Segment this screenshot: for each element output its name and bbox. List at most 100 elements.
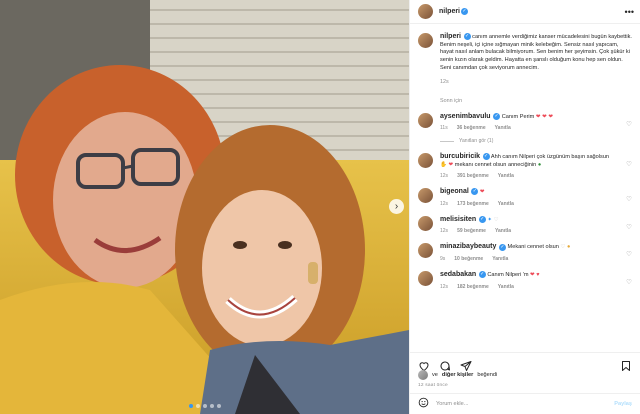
reply-button[interactable]: Yanıtla bbox=[498, 201, 514, 207]
comment-time: 12s bbox=[440, 228, 449, 235]
verified-icon: ✓ bbox=[478, 215, 486, 223]
bookmark-icon[interactable] bbox=[620, 360, 632, 372]
likes-prefix: ve bbox=[432, 372, 438, 378]
heart-emoji-icon: ❤ bbox=[479, 189, 485, 196]
comment-text: Ahh canım Nilperi çok üzgünüm başın sağo… bbox=[490, 154, 610, 161]
avatar[interactable] bbox=[418, 4, 433, 19]
post-header: nilperi ✓ ••• bbox=[410, 0, 640, 24]
verified-icon: ✓ bbox=[461, 8, 469, 15]
post-photo[interactable]: › bbox=[0, 0, 409, 414]
carousel-dot bbox=[216, 404, 221, 408]
comment-input[interactable] bbox=[436, 401, 608, 407]
comment-text: Canım Perim bbox=[501, 113, 535, 120]
comments-scroll[interactable]: nilperi ✓ canım annemle verdiğimiz kanse… bbox=[410, 25, 640, 352]
avatar[interactable] bbox=[418, 243, 433, 259]
sad-face-emoji-icon: ● bbox=[567, 244, 571, 251]
comment-username[interactable]: melisisiten bbox=[440, 216, 476, 223]
heart-icon[interactable]: ♡ bbox=[626, 278, 632, 286]
pray-emoji-icon: ✋ bbox=[440, 161, 447, 168]
comment-likes[interactable]: 10 beğenme bbox=[454, 256, 483, 262]
photo-illustration bbox=[0, 0, 409, 414]
comment-time: 9s bbox=[440, 256, 446, 263]
heart-icon[interactable]: ♡ bbox=[626, 120, 632, 128]
carousel-dot bbox=[195, 404, 200, 408]
verified-icon: ✓ bbox=[498, 243, 506, 251]
comment-username[interactable]: bigeonal bbox=[440, 188, 469, 195]
verified-icon: ✓ bbox=[478, 271, 486, 279]
more-icon[interactable]: ••• bbox=[625, 7, 634, 17]
see-translation-link[interactable]: Sonn için bbox=[440, 98, 632, 104]
heart-emoji-icon: ❤ bbox=[448, 161, 454, 168]
comment-time: 11s bbox=[440, 125, 448, 132]
comment-text: Mekani cennet olsun bbox=[507, 244, 559, 251]
comment-likes[interactable]: 391 beğenme bbox=[457, 173, 489, 179]
reply-button[interactable]: Yanıtla bbox=[492, 256, 508, 262]
caption-time: 12s bbox=[440, 78, 449, 85]
next-photo-button[interactable]: › bbox=[389, 199, 404, 214]
comment-composer: Paylaş bbox=[410, 393, 640, 414]
comment-username[interactable]: aysenimbavulu bbox=[440, 113, 491, 120]
avatar[interactable] bbox=[418, 153, 433, 169]
comment-text: Canım Nilperi 'm bbox=[487, 272, 529, 279]
post-sidebar: nilperi ✓ ••• nilperi ✓ canım annemle ve… bbox=[409, 0, 640, 414]
post-comment-button[interactable]: Paylaş bbox=[614, 401, 632, 407]
avatar[interactable] bbox=[418, 33, 433, 48]
avatar[interactable] bbox=[418, 271, 433, 287]
likes-others-link[interactable]: diğer kişiler bbox=[442, 372, 473, 378]
view-replies-link[interactable]: Yanıtları gör (1) bbox=[459, 138, 493, 144]
white-heart-emoji-icon: ♡ bbox=[493, 216, 499, 223]
heart-icon[interactable]: ♡ bbox=[626, 223, 632, 231]
avatar[interactable] bbox=[418, 188, 433, 204]
comment-time: 12s bbox=[440, 200, 449, 207]
carousel-dot bbox=[188, 404, 193, 408]
ribbon-emoji-icon: ✦ bbox=[487, 216, 492, 223]
verified-icon: ✓ bbox=[482, 153, 490, 161]
post-timestamp: 12 saat önce bbox=[418, 383, 448, 388]
verified-icon: ✓ bbox=[463, 33, 471, 41]
emoji-icon[interactable] bbox=[418, 395, 429, 413]
comment-likes[interactable]: 36 beğenme bbox=[457, 125, 486, 131]
comment-item: aysenimbavulu ✓ Canım Perim ❤ ❤ ❤ 11s 36 … bbox=[418, 112, 632, 144]
verified-icon: ✓ bbox=[493, 112, 501, 120]
caption-username[interactable]: nilperi bbox=[440, 33, 461, 40]
comment-likes[interactable]: 173 beğenme bbox=[457, 201, 489, 207]
likes-summary[interactable]: ve diğer kişiler beğendi bbox=[418, 370, 497, 380]
green-heart-emoji-icon: ● bbox=[537, 161, 542, 168]
comment-time: 12s bbox=[440, 283, 449, 290]
heart-emoji-icon: ❤ ❤ ❤ bbox=[535, 113, 554, 120]
white-heart-emoji-icon: ♡ bbox=[560, 244, 566, 251]
comment-likes[interactable]: 182 beğenme bbox=[457, 284, 489, 290]
comment-username[interactable]: sedabakan bbox=[440, 271, 476, 278]
comment-item: burcubiricik ✓ Ahh canım Nilperi çok üzg… bbox=[418, 153, 632, 179]
heart-icon[interactable]: ♡ bbox=[626, 160, 632, 168]
heart-emoji-icon: ♥ bbox=[536, 272, 540, 279]
heart-icon[interactable]: ♡ bbox=[626, 195, 632, 203]
comment-username[interactable]: minazibaybeauty bbox=[440, 243, 496, 250]
post-username[interactable]: nilperi bbox=[439, 8, 460, 15]
verified-icon: ✓ bbox=[471, 188, 479, 196]
avatar[interactable] bbox=[418, 112, 433, 128]
comment-likes[interactable]: 59 beğenme bbox=[457, 228, 486, 234]
chevron-right-icon: › bbox=[394, 200, 399, 212]
carousel-dot bbox=[202, 404, 207, 408]
caption: nilperi ✓ canım annemle verdiğimiz kanse… bbox=[418, 33, 632, 85]
comment-item: melisisiten ✓ ✦ ♡ 12s 59 beğenme Yanıtla ♡ bbox=[418, 215, 632, 235]
reply-button[interactable]: Yanıtla bbox=[495, 125, 511, 131]
avatar bbox=[418, 370, 428, 380]
comment-item: bigeonal ✓ ❤ 12s 173 beğenme Yanıtla ♡ bbox=[418, 188, 632, 207]
comment-text: mekanı cennet olsun anneciğinin bbox=[454, 161, 537, 168]
divider bbox=[440, 140, 454, 142]
reply-button[interactable]: Yanıtla bbox=[495, 228, 511, 234]
comment-time: 12s bbox=[440, 173, 449, 180]
comment-item: minazibaybeauty ✓ Mekani cennet olsun ♡ … bbox=[418, 243, 632, 262]
heart-emoji-icon: ❤ bbox=[530, 272, 535, 279]
comment-username[interactable]: burcubiricik bbox=[440, 153, 480, 160]
reply-button[interactable]: Yanıtla bbox=[498, 284, 514, 290]
carousel-dot bbox=[209, 404, 214, 408]
caption-text: nilperi ✓ canım annemle verdiğimiz kanse… bbox=[440, 33, 632, 73]
reply-button[interactable]: Yanıtla bbox=[498, 173, 514, 179]
likes-suffix: beğendi bbox=[477, 372, 498, 378]
heart-icon[interactable]: ♡ bbox=[626, 250, 632, 258]
comment-item: sedabakan ✓ Canım Nilperi 'm ❤ ♥ 12s 182 … bbox=[418, 271, 632, 290]
avatar[interactable] bbox=[418, 215, 433, 231]
